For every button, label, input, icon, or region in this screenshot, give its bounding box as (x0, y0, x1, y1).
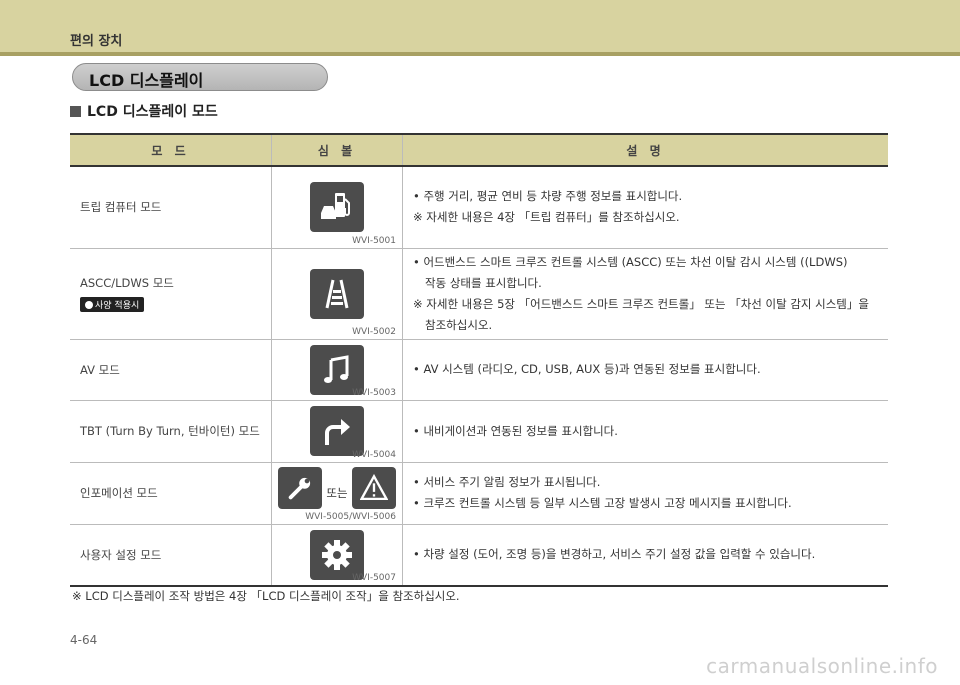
symbol-code: WVI-5007 (352, 573, 396, 583)
desc-line: • AV 시스템 (라디오, CD, USB, AUX 등)과 연동된 정보를 … (413, 362, 761, 376)
mode-table: 모 드 심 볼 설 명 트립 컴퓨터 모드 WVI-5001 • 주행 거리, … (70, 133, 888, 587)
desc-line: 참조하십시오. (425, 317, 493, 332)
table-row: AV 모드 WVI-5003 • AV 시스템 (라디오, CD, USB, A… (70, 339, 888, 401)
mode-cell: 사용자 설정 모드 (70, 524, 272, 587)
header-description: 설 명 (402, 133, 888, 167)
description-cell: • AV 시스템 (라디오, CD, USB, AUX 등)과 연동된 정보를 … (402, 339, 888, 401)
symbol-code: WVI-5005/WVI-5006 (305, 511, 396, 522)
table-row: TBT (Turn By Turn, 턴바이턴) 모드 WVI-5004 • 내… (70, 400, 888, 463)
description-cell: • 내비게이션과 연동된 정보를 표시합니다. (402, 400, 888, 463)
header-symbol: 심 볼 (271, 133, 403, 167)
header-mode: 모 드 (70, 133, 272, 167)
warning-icon (351, 467, 396, 509)
desc-line: ※ 자세한 내용은 5장 「어드밴스드 스마트 크루즈 컨트롤」 또는 「차선 … (413, 296, 869, 311)
page-number: 4-64 (70, 633, 98, 647)
table-header-row: 모 드 심 볼 설 명 (70, 133, 888, 167)
table-row: 인포메이션 모드 또는 WVI-5005/WVI-5006 • 서비스 주기 알… (70, 462, 888, 525)
desc-line: • 크루즈 컨트롤 시스템 등 일부 시스템 고장 발생시 고장 메시지를 표시… (413, 496, 792, 510)
section-label: 편의 장치 (70, 34, 123, 49)
mode-cell: 트립 컴퓨터 모드 (70, 166, 272, 249)
symbol-cell: WVI-5001 (271, 166, 403, 249)
symbol-cell: WVI-5007 (271, 524, 403, 587)
symbol-cell: WVI-5002 (271, 248, 403, 340)
desc-line: 작동 상태를 표시합니다. (425, 275, 542, 290)
symbol-cell: WVI-5004 (271, 400, 403, 463)
mode-cell: AV 모드 (70, 339, 272, 401)
option-badge: 사양 적용시 (80, 297, 145, 312)
table-row: ASCC/LDWS 모드 사양 적용시 WVI-5002 • 어드밴스드 스마트… (70, 248, 888, 340)
square-bullet-icon (70, 106, 81, 117)
footnote: ※ LCD 디스플레이 조작 방법은 4장 「LCD 디스플레이 조작」을 참조… (72, 589, 460, 603)
lane-icon (310, 268, 364, 319)
symbol-code: WVI-5003 (352, 387, 396, 398)
description-cell: • 주행 거리, 평균 연비 등 차량 주행 정보를 표시합니다. ※ 자세한 … (402, 166, 888, 249)
subheading: LCD 디스플레이 모드 (70, 101, 218, 121)
table-row: 트립 컴퓨터 모드 WVI-5001 • 주행 거리, 평균 연비 등 차량 주… (70, 166, 888, 249)
mode-cell: ASCC/LDWS 모드 사양 적용시 (70, 248, 272, 340)
description-cell: • 차량 설정 (도어, 조명 등)을 변경하고, 서비스 주기 설정 값을 입… (402, 524, 888, 587)
symbol-cell: 또는 WVI-5005/WVI-5006 (271, 462, 403, 525)
desc-line: • 어드밴스드 스마트 크루즈 컨트롤 시스템 (ASCC) 또는 차선 이탈 … (413, 254, 848, 269)
symbol-code: WVI-5001 (352, 235, 396, 246)
mode-cell: TBT (Turn By Turn, 턴바이턴) 모드 (70, 400, 272, 463)
option-icon (85, 301, 93, 309)
desc-line: • 주행 거리, 평균 연비 등 차량 주행 정보를 표시합니다. (413, 189, 683, 204)
description-cell: • 서비스 주기 알림 정보가 표시됩니다. • 크루즈 컨트롤 시스템 등 일… (402, 462, 888, 525)
title-pill: LCD 디스플레이 (72, 63, 328, 91)
top-bar-rule (0, 52, 960, 56)
desc-line: ※ 자세한 내용은 4장 「트립 컴퓨터」를 참조하십시오. (413, 210, 680, 225)
watermark: carmanualsonline.info (706, 654, 938, 678)
symbol-code: WVI-5002 (352, 326, 396, 337)
symbol-code: WVI-5004 (352, 449, 396, 460)
symbol-cell: WVI-5003 (271, 339, 403, 401)
top-bar (0, 0, 960, 52)
desc-line: • 서비스 주기 알림 정보가 표시됩니다. (413, 475, 601, 489)
mode-cell: 인포메이션 모드 (70, 462, 272, 525)
or-label: 또는 (326, 486, 348, 500)
wrench-icon (278, 467, 323, 509)
desc-line: • 차량 설정 (도어, 조명 등)을 변경하고, 서비스 주기 설정 값을 입… (413, 547, 816, 562)
table-row: 사용자 설정 모드 WVI-5007 • 차량 설정 (도어, 조명 등)을 변… (70, 524, 888, 587)
fuel-icon (310, 182, 364, 233)
mode-label: ASCC/LDWS 모드 (80, 276, 174, 290)
desc-line: • 내비게이션과 연동된 정보를 표시합니다. (413, 423, 618, 438)
description-cell: • 어드밴스드 스마트 크루즈 컨트롤 시스템 (ASCC) 또는 차선 이탈 … (402, 248, 888, 340)
page-title: LCD 디스플레이 (89, 71, 204, 90)
turn-arrow-icon (310, 406, 364, 456)
